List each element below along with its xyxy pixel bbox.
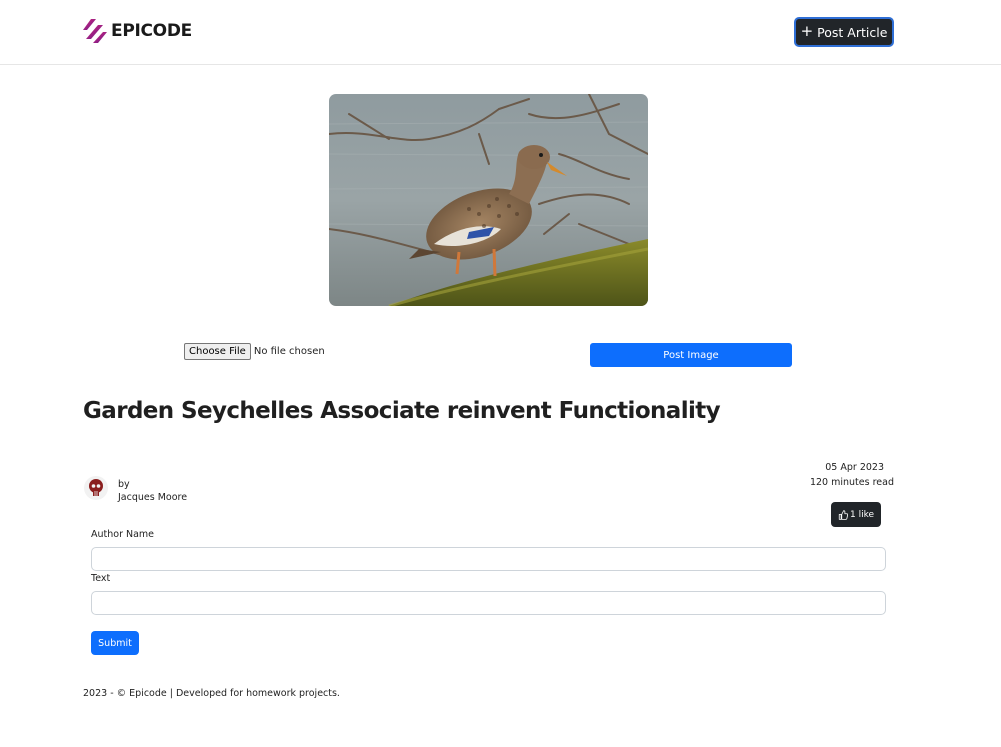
article-title: Garden Seychelles Associate reinvent Fun… xyxy=(83,398,721,424)
author-name-label: Author Name xyxy=(91,529,155,540)
like-count-label: 1 like xyxy=(849,509,875,520)
epicode-logo-icon xyxy=(83,19,107,43)
file-input[interactable]: Choose File No file chosen xyxy=(184,343,325,360)
navbar: EPICODE + Post Article xyxy=(0,0,1001,65)
file-status-text: No file chosen xyxy=(253,346,325,357)
post-article-label: Post Article xyxy=(817,24,888,40)
submit-button[interactable]: Submit xyxy=(91,631,139,655)
author-name: Jacques Moore xyxy=(118,492,188,503)
post-date: 05 Apr 2023 xyxy=(825,462,884,473)
text-input[interactable] xyxy=(91,591,886,615)
article-cover-image xyxy=(329,94,648,306)
author-avatar xyxy=(84,476,108,500)
choose-file-button[interactable]: Choose File xyxy=(184,343,251,360)
thumbs-up-icon xyxy=(838,509,848,520)
footer-text: 2023 - © Epicode | Developed for homewor… xyxy=(83,688,340,699)
brand-name: EPICODE xyxy=(111,21,192,41)
post-article-button[interactable]: + Post Article xyxy=(794,17,894,47)
read-time: 120 minutes read xyxy=(809,477,894,488)
like-button[interactable]: 1 like xyxy=(831,502,881,527)
text-label: Text xyxy=(91,573,111,584)
duck-photo xyxy=(329,94,648,306)
by-label: by xyxy=(118,479,130,490)
plus-icon: + xyxy=(800,22,814,40)
brand-link[interactable]: EPICODE xyxy=(83,18,192,44)
author-name-input[interactable] xyxy=(91,547,886,571)
post-image-button[interactable]: Post Image xyxy=(590,343,792,367)
